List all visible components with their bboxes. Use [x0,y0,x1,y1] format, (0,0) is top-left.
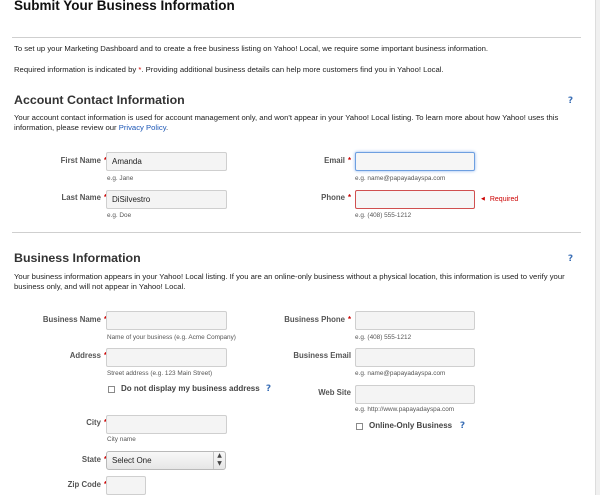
last-name-hint: e.g. Doe [107,212,132,219]
scrollbar[interactable] [595,0,600,495]
privacy-policy-link[interactable]: Privacy Policy [119,123,166,132]
phone-label-text: Phone [321,193,345,202]
business-phone-input[interactable] [355,311,475,330]
state-label-text: State [81,455,101,464]
state-select-value: Select One [112,456,152,465]
first-name-hint: e.g. Jane [107,175,134,182]
web-site-hint: e.g. http://www.papayadayspa.com [355,406,455,413]
state-label: State* [82,455,107,464]
first-name-label: First Name* [61,156,107,165]
business-phone-label-text: Business Phone [284,315,345,324]
page-title: Submit Your Business Information [14,0,235,13]
last-name-input[interactable]: DiSilvestro [106,190,227,209]
required-note: Required information is indicated by *. … [14,65,444,74]
first-name-input[interactable]: Amanda [106,152,227,171]
account-description-end: . [165,123,169,132]
online-only-label: Online-Only Business [369,421,453,430]
web-site-label: Web Site [318,388,351,397]
city-hint: City name [107,436,136,443]
business-email-label: Business Email [293,351,351,360]
chevron-up-icon: ▲ [217,452,222,459]
hide-address-label: Do not display my business address [121,384,260,393]
email-hint: e.g. name@papayadayspa.com [355,175,446,182]
business-email-input[interactable] [355,348,475,367]
business-email-hint: e.g. name@papayadayspa.com [355,370,446,377]
business-phone-label: Business Phone * [284,315,351,324]
business-name-label-text: Business Name [42,315,101,324]
email-input[interactable] [355,152,475,171]
zip-code-input[interactable] [106,476,146,495]
business-phone-hint: e.g. (408) 555-1212 [355,334,412,341]
email-label: Email * [324,156,351,165]
online-only-checkbox[interactable] [356,423,363,430]
select-arrows-icon: ▲ ▼ [213,452,225,469]
online-only-help-icon[interactable]: ? [458,421,467,431]
city-input[interactable] [106,415,227,434]
account-description-text: Your account contact information is used… [14,113,559,132]
account-help-icon[interactable]: ? [566,96,575,106]
address-label: Address* [70,351,107,360]
last-name-label: Last Name* [62,193,107,202]
error-arrow-icon: ◀ [481,196,485,202]
hide-address-checkbox[interactable] [108,386,115,393]
account-section-heading: Account Contact Information [14,93,185,107]
required-note-text: Required information is indicated by [14,65,139,74]
hide-address-help-icon[interactable]: ? [264,384,273,394]
city-label: City* [86,418,107,427]
business-help-icon[interactable]: ? [566,254,575,264]
state-select[interactable]: Select One ▲ ▼ [106,451,226,470]
last-name-label-text: Last Name [61,193,101,202]
phone-required-error: ◀ Required [481,196,518,203]
city-label-text: City [86,418,101,427]
email-label-text: Email [324,156,345,165]
web-site-input[interactable] [355,385,475,404]
divider [12,37,581,38]
business-description: Your business information appears in you… [14,272,565,291]
phone-hint: e.g. (408) 555-1212 [355,212,412,219]
section-divider [12,232,581,233]
required-note-text-end: . Providing additional business details … [141,65,444,74]
email-required-star: * [347,156,351,165]
address-label-text: Address [69,351,101,360]
zip-code-label-text: Zip Code [67,480,101,489]
chevron-down-icon: ▼ [217,460,222,467]
business-name-input[interactable] [106,311,227,330]
account-description: Your account contact information is used… [14,113,574,133]
first-name-label-text: First Name [60,156,101,165]
zip-code-label: Zip Code* [68,480,107,489]
business-phone-required-star: * [347,315,351,324]
phone-required-text: Required [489,196,519,203]
business-name-hint: Name of your business (e.g. Acme Company… [107,334,236,341]
intro-text: To set up your Marketing Dashboard and t… [14,44,489,53]
page: Submit Your Business Information To set … [0,0,600,495]
address-hint: Street address (e.g. 123 Main Street) [107,370,213,377]
phone-input[interactable] [355,190,475,209]
phone-required-star: * [347,193,351,202]
address-input[interactable] [106,348,227,367]
phone-label: Phone * [321,193,351,202]
business-section-heading: Business Information [14,251,141,265]
business-name-label: Business Name* [43,315,107,324]
